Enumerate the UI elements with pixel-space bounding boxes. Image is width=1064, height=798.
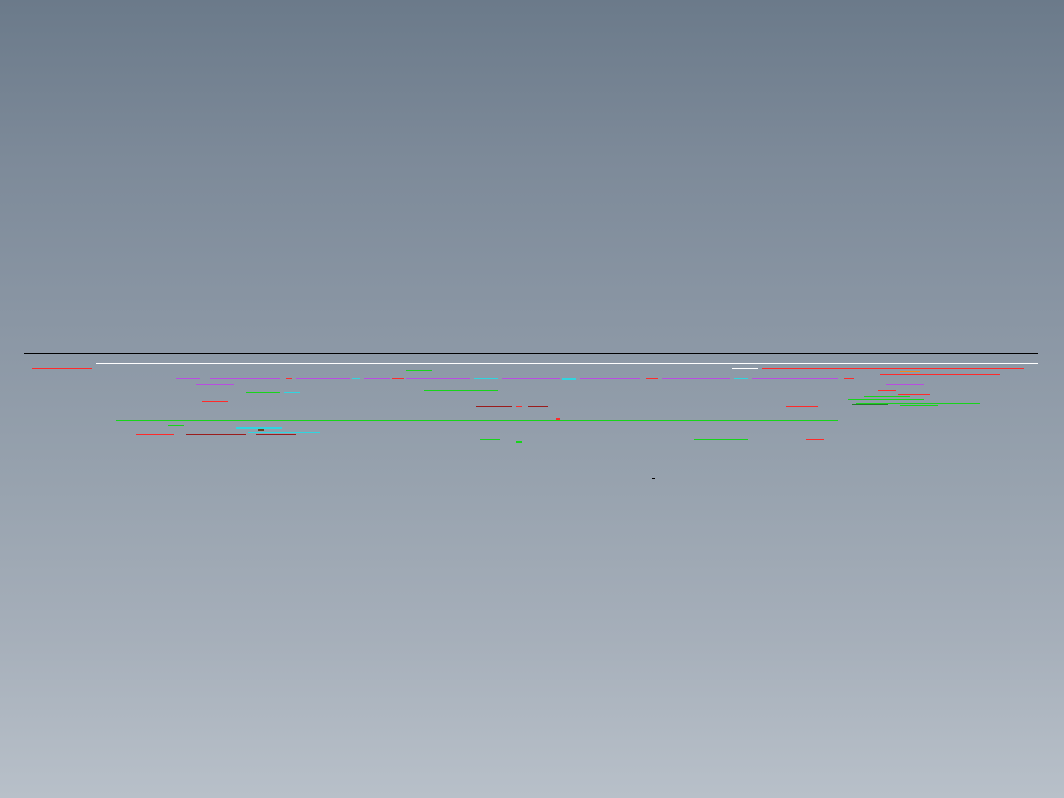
wire-segment bbox=[516, 441, 522, 443]
wire-segment bbox=[24, 353, 1038, 354]
wire-segment bbox=[424, 390, 498, 391]
wire-segment bbox=[296, 378, 350, 379]
wire-segment bbox=[474, 378, 498, 379]
wire-segment bbox=[352, 378, 360, 379]
wire-segment bbox=[186, 434, 246, 435]
wire-segment bbox=[646, 378, 658, 379]
wire-segment bbox=[852, 404, 888, 405]
wire-segment bbox=[176, 378, 200, 379]
wire-segment bbox=[406, 378, 470, 379]
wire-segment bbox=[806, 439, 824, 440]
wire-segment bbox=[502, 378, 560, 379]
wire-segment bbox=[364, 378, 390, 379]
wire-segment bbox=[116, 420, 838, 421]
wire-segment bbox=[392, 378, 404, 379]
wire-segment bbox=[202, 401, 228, 402]
wire-segment bbox=[662, 378, 730, 379]
wire-segment bbox=[256, 434, 296, 435]
wire-segment bbox=[880, 374, 1000, 375]
wire-segment bbox=[878, 390, 896, 391]
wire-segment bbox=[248, 432, 320, 433]
wire-segment bbox=[32, 368, 92, 369]
wire-segment bbox=[732, 368, 758, 369]
wire-segment bbox=[516, 406, 522, 407]
wire-segment bbox=[480, 439, 500, 440]
wire-segment bbox=[284, 392, 300, 393]
wire-segment bbox=[286, 378, 292, 379]
wire-segment bbox=[406, 370, 432, 371]
wire-segment bbox=[258, 429, 264, 431]
wire-segment bbox=[900, 405, 938, 406]
wire-segment bbox=[652, 478, 655, 479]
wire-segment bbox=[898, 394, 930, 395]
wire-segment bbox=[136, 434, 174, 435]
wire-segment bbox=[900, 371, 920, 372]
wire-segment bbox=[528, 406, 548, 407]
wire-segment bbox=[562, 378, 576, 380]
cad-viewport[interactable] bbox=[0, 0, 1064, 798]
wire-segment bbox=[96, 363, 1038, 364]
wire-segment bbox=[694, 439, 748, 440]
wire-segment bbox=[844, 378, 854, 379]
wire-segment bbox=[752, 378, 838, 379]
wire-segment bbox=[210, 378, 280, 379]
wire-segment bbox=[734, 378, 748, 379]
wire-segment bbox=[864, 396, 910, 397]
wire-segment bbox=[786, 406, 818, 407]
wire-segment bbox=[886, 384, 924, 385]
wire-segment bbox=[580, 378, 640, 379]
wire-segment bbox=[196, 384, 234, 385]
wire-segment bbox=[762, 368, 1024, 369]
wire-segment bbox=[246, 392, 280, 393]
wire-segment bbox=[476, 406, 512, 407]
wire-segment bbox=[848, 399, 924, 400]
wire-segment bbox=[168, 425, 184, 426]
